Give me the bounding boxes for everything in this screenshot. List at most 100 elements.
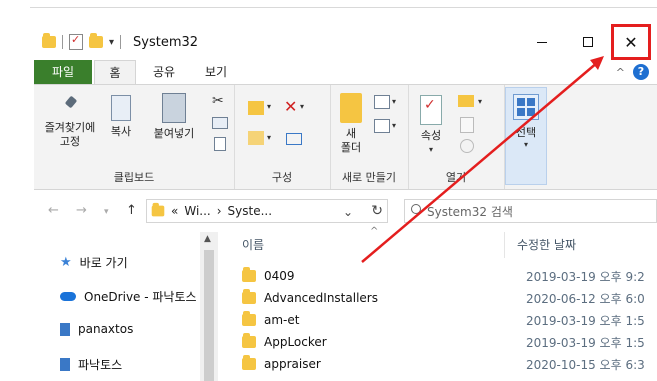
nav-item-label: 파낙토스	[78, 358, 123, 372]
pin-icon	[61, 95, 79, 117]
address-box[interactable]: « Wi... › Syste... ⌄ ↻	[146, 199, 388, 223]
organize-group-label: 구성	[271, 171, 293, 184]
navigation-pane: ★ 바로 가기 OneDrive - 파낙토스 panaxtos 파낙토스 ▲	[0, 232, 222, 381]
close-button[interactable]: ✕	[611, 24, 651, 60]
easy-access-icon[interactable]	[374, 119, 390, 133]
table-row[interactable]: AppLocker 2019-03-19 오후 1:5	[242, 331, 657, 353]
properties-button[interactable]: 속성 ▾	[416, 95, 446, 157]
collapse-ribbon-icon[interactable]: ^	[616, 66, 625, 79]
star-icon: ★	[60, 255, 72, 270]
up-arrow-icon[interactable]: ↑	[126, 203, 137, 218]
tab-home[interactable]: 홈	[94, 60, 136, 85]
copy-to-dropdown-icon[interactable]: ▾	[267, 133, 271, 142]
tab-share[interactable]: 공유	[144, 60, 184, 84]
open-dropdown-icon[interactable]: ▾	[478, 97, 482, 106]
forward-arrow-icon[interactable]: →	[76, 203, 87, 218]
breadcrumb-windows[interactable]: Wi...	[184, 204, 210, 218]
select-icon	[513, 94, 539, 120]
edit-icon[interactable]	[460, 117, 474, 133]
address-bar-row: ← → ▾ ↑ « Wi... › Syste... ⌄ ↻ System32 …	[0, 194, 657, 228]
properties-dropdown-icon: ▾	[428, 145, 433, 154]
new-folder-quick-icon[interactable]	[89, 33, 103, 48]
recent-locations-icon[interactable]: ▾	[104, 207, 109, 217]
back-arrow-icon[interactable]: ←	[48, 203, 59, 218]
select-button[interactable]: 선택 ▾	[505, 87, 547, 185]
folder-icon	[242, 267, 256, 282]
nav-item-quick-access[interactable]: ★ 바로 가기	[60, 254, 128, 271]
nav-pane-scrollbar[interactable]: ▲	[200, 232, 218, 381]
window-title: System32	[133, 34, 199, 50]
pin-to-quick-access-button[interactable]: 즐겨찾기에 고정	[40, 95, 100, 149]
minimize-icon	[537, 41, 547, 43]
help-icon[interactable]: ?	[633, 64, 649, 80]
file-date: 2019-03-19 오후 9:2	[526, 269, 645, 284]
properties-label: 속성	[420, 129, 442, 142]
new-folder-button[interactable]: 새 폴더	[336, 93, 366, 155]
file-date: 2019-03-19 오후 1:5	[526, 313, 645, 328]
properties-quick-icon[interactable]: ✓	[69, 33, 83, 50]
cloud-icon	[60, 292, 76, 301]
nav-item-label: OneDrive - 파낙토스	[84, 290, 197, 304]
help-area: ^ ?	[616, 64, 649, 80]
open-icon[interactable]	[458, 95, 474, 107]
new-group: 새 폴더 ▾ ▾ 새로 만들기	[330, 85, 409, 189]
file-name: am-et	[264, 313, 300, 327]
delete-dropdown-icon[interactable]: ▾	[300, 102, 304, 111]
table-row[interactable]: 0409 2019-03-19 오후 9:2	[242, 265, 657, 287]
table-row[interactable]: appraiser 2020-10-15 오후 6:3	[242, 353, 657, 375]
file-date: 2020-06-12 오후 6:0	[526, 291, 645, 306]
scrollbar-thumb[interactable]	[204, 250, 214, 381]
nav-item-panaxtos-kr[interactable]: 파낙토스	[60, 356, 122, 373]
rename-icon[interactable]	[286, 133, 302, 145]
scroll-up-icon[interactable]: ▲	[204, 234, 211, 244]
nav-item-panaxtos[interactable]: panaxtos	[60, 322, 133, 336]
address-dropdown-icon[interactable]: ⌄	[343, 205, 353, 219]
easy-access-dropdown-icon[interactable]: ▾	[392, 121, 396, 130]
pin-label: 즐겨찾기에 고정	[44, 121, 96, 148]
paste-icon	[162, 93, 186, 123]
column-header-modified[interactable]: 수정한 날짜	[517, 236, 576, 253]
tab-file[interactable]: 파일	[34, 60, 92, 84]
search-input[interactable]: System32 검색	[404, 199, 657, 223]
history-icon[interactable]	[460, 139, 474, 153]
cut-icon[interactable]: ✂	[212, 93, 224, 109]
move-to-icon[interactable]	[248, 101, 264, 115]
new-item-icon[interactable]	[374, 95, 390, 109]
building-icon	[60, 322, 70, 336]
copy-to-icon[interactable]	[248, 131, 264, 145]
paste-button[interactable]: 붙여넣기	[146, 93, 202, 141]
table-row[interactable]: AdvancedInstallers 2020-06-12 오후 6:0	[242, 287, 657, 309]
column-header-name[interactable]: 이름	[242, 236, 264, 253]
breadcrumb-overflow[interactable]: «	[171, 204, 178, 218]
file-name: appraiser	[264, 357, 321, 371]
refresh-icon[interactable]: ↻	[371, 203, 383, 219]
minimize-button[interactable]	[519, 24, 565, 60]
maximize-icon	[583, 37, 593, 47]
folder-icon	[242, 289, 256, 304]
breadcrumb-system32[interactable]: Syste...	[228, 204, 273, 218]
column-divider[interactable]	[504, 232, 505, 258]
nav-item-label: 바로 가기	[79, 256, 128, 270]
table-row[interactable]: am-et 2019-03-19 오후 1:5	[242, 309, 657, 331]
copy-button[interactable]: 복사	[104, 95, 138, 139]
copy-path-icon[interactable]	[212, 117, 228, 129]
folder-icon	[242, 311, 256, 326]
new-item-dropdown-icon[interactable]: ▾	[392, 97, 396, 106]
search-icon	[411, 204, 421, 214]
paste-shortcut-icon[interactable]	[214, 137, 226, 151]
breadcrumb-separator: ›	[216, 204, 222, 218]
new-folder-icon	[340, 93, 362, 123]
move-to-dropdown-icon[interactable]: ▾	[267, 102, 271, 111]
organize-group: ▾ ✕ ▾ ▾ 구성	[234, 85, 331, 189]
nav-item-onedrive[interactable]: OneDrive - 파낙토스	[60, 288, 197, 305]
toolbar-divider	[62, 35, 63, 49]
select-dropdown-icon: ▾	[523, 140, 528, 149]
customize-toolbar-icon[interactable]: ▾	[109, 37, 114, 48]
file-name: AppLocker	[264, 335, 327, 349]
delete-icon[interactable]: ✕	[284, 97, 297, 116]
properties-icon	[420, 95, 442, 125]
maximize-button[interactable]	[565, 24, 611, 60]
tab-view[interactable]: 보기	[196, 60, 236, 84]
new-group-label: 새로 만들기	[341, 171, 397, 184]
close-icon: ✕	[624, 32, 638, 52]
